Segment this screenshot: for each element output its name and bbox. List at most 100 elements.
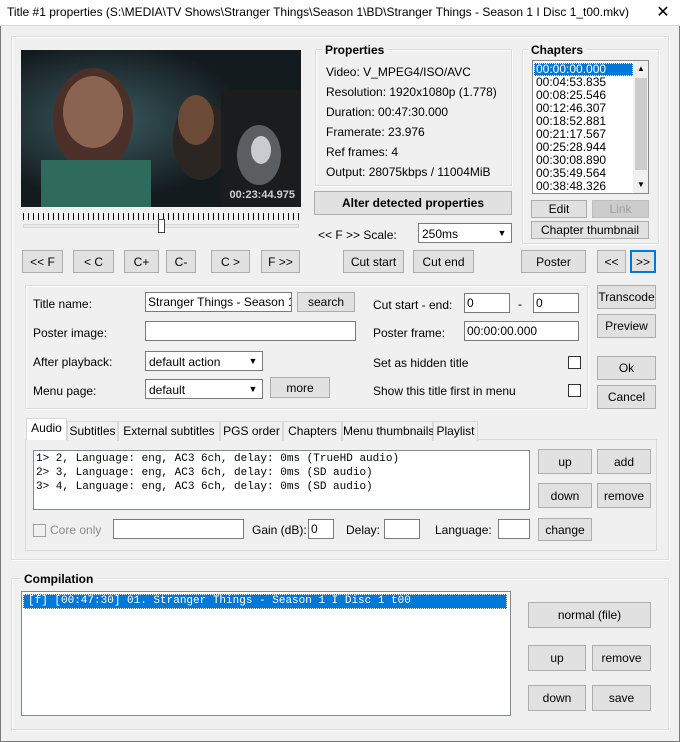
seek-slider[interactable]: [21, 211, 301, 233]
audio-remove-button[interactable]: remove: [597, 483, 651, 508]
close-icon[interactable]: ✕: [646, 0, 680, 26]
properties-header: Properties: [322, 43, 388, 57]
after-playback-select[interactable]: default action ▼: [145, 351, 263, 371]
tab-playlist[interactable]: Playlist: [433, 421, 478, 441]
prop-resolution: Resolution: 1920x1080p (1.778): [326, 85, 497, 99]
tab-chapters[interactable]: Chapters: [283, 421, 342, 441]
cut-start-input[interactable]: 0: [464, 293, 510, 313]
title-name-input[interactable]: Stranger Things - Season 1 I Disc 1: [145, 292, 292, 312]
audio-core-input[interactable]: [113, 519, 244, 539]
normal-file-button[interactable]: normal (file): [528, 602, 651, 628]
preview-button[interactable]: Preview: [597, 314, 656, 338]
title-name-label: Title name:: [33, 297, 92, 311]
after-playback-label: After playback:: [33, 355, 113, 369]
gain-input[interactable]: 0: [308, 519, 334, 539]
core-only-label: Core only: [50, 523, 102, 537]
delay-label: Delay:: [346, 523, 381, 537]
scroll-down-icon[interactable]: ▼: [633, 177, 648, 193]
chapter-item[interactable]: 00:38:48.326: [534, 180, 633, 193]
chapters-scrollbar[interactable]: ▲ ▼: [633, 61, 648, 193]
frame-forward-button[interactable]: F >>: [261, 250, 300, 273]
more-button[interactable]: more: [270, 377, 330, 398]
search-button[interactable]: search: [297, 292, 355, 312]
video-frame-image: [21, 50, 301, 207]
alter-detected-properties-button[interactable]: Alter detected properties: [314, 191, 512, 215]
frame-back-button[interactable]: << F: [22, 250, 63, 273]
prop-ref-frames: Ref frames: 4: [326, 145, 399, 159]
cut-dash: -: [518, 297, 522, 311]
seek-thumb[interactable]: [157, 219, 165, 233]
next-title-button[interactable]: >>: [630, 250, 656, 273]
delay-input[interactable]: [384, 519, 420, 539]
chapter-add-button[interactable]: C+: [124, 250, 159, 273]
cut-end-button[interactable]: Cut end: [413, 250, 474, 273]
poster-image-input[interactable]: [145, 321, 356, 341]
prop-output: Output: 28075kbps / 11004MiB: [326, 165, 491, 179]
after-playback-value: default action: [149, 355, 221, 369]
compilation-item[interactable]: [f] [00:47:30] 01. Stranger Things - Sea…: [23, 594, 507, 609]
poster-button[interactable]: Poster: [521, 250, 586, 273]
cut-start-end-label: Cut start - end:: [373, 298, 453, 312]
scale-label: << F >> Scale:: [318, 228, 397, 242]
poster-image-label: Poster image:: [33, 326, 108, 340]
chapter-edit-button[interactable]: Edit: [531, 200, 587, 218]
audio-change-button[interactable]: change: [538, 518, 592, 541]
prop-framerate: Framerate: 23.976: [326, 125, 425, 139]
poster-frame-label: Poster frame:: [373, 326, 446, 340]
tab-menu-thumbnails[interactable]: Menu thumbnails: [342, 421, 434, 441]
compilation-save-button[interactable]: save: [592, 685, 651, 711]
show-first-label: Show this title first in menu: [373, 384, 516, 398]
scale-value: 250ms: [422, 227, 459, 241]
audio-track-row[interactable]: 3> 4, Language: eng, AC3 6ch, delay: 0ms…: [36, 481, 373, 493]
scale-select[interactable]: 250ms ▼: [418, 223, 512, 243]
poster-frame-input[interactable]: 00:00:00.000: [464, 321, 579, 341]
cut-end-input[interactable]: 0: [533, 293, 579, 313]
chapters-items: 00:00:00.000 00:04:53.835 00:08:25.546 00:1…: [534, 63, 633, 193]
chapter-thumbnail-button[interactable]: Chapter thumbnail: [531, 221, 649, 239]
compilation-up-button[interactable]: up: [528, 645, 586, 671]
window-title: Title #1 properties (S:\MEDIA\TV Shows\S…: [7, 5, 630, 19]
chevron-down-icon: ▼: [248, 356, 258, 366]
audio-track-row[interactable]: 1> 2, Language: eng, AC3 6ch, delay: 0ms…: [36, 453, 399, 465]
menu-page-value: default: [149, 383, 186, 397]
show-first-checkbox[interactable]: [568, 384, 581, 397]
chapter-link-button[interactable]: Link: [592, 200, 649, 218]
scroll-thumb[interactable]: [635, 78, 647, 170]
compilation-remove-button[interactable]: remove: [592, 645, 651, 671]
cancel-button[interactable]: Cancel: [597, 385, 656, 409]
tab-subtitles[interactable]: Subtitles: [67, 421, 118, 441]
compilation-down-button[interactable]: down: [528, 685, 586, 711]
language-label: Language:: [435, 523, 492, 537]
transcode-button[interactable]: Transcode: [597, 285, 656, 309]
prop-video: Video: V_MPEG4/ISO/AVC: [326, 65, 471, 79]
chapter-remove-button[interactable]: C-: [166, 250, 196, 273]
compilation-header: Compilation: [21, 572, 97, 586]
chapters-list[interactable]: 00:00:00.000 00:04:53.835 00:08:25.546 00:1…: [532, 60, 649, 194]
chevron-down-icon: ▼: [497, 228, 507, 238]
audio-add-button[interactable]: add: [597, 449, 651, 474]
gain-label: Gain (dB):: [252, 523, 307, 537]
chapter-forward-button[interactable]: C >: [211, 250, 250, 273]
hidden-title-label: Set as hidden title: [373, 356, 469, 370]
audio-up-button[interactable]: up: [538, 449, 592, 474]
tab-external-subtitles[interactable]: External subtitles: [118, 421, 220, 441]
audio-down-button[interactable]: down: [538, 483, 592, 508]
hidden-title-checkbox[interactable]: [568, 356, 581, 369]
scroll-up-icon[interactable]: ▲: [633, 61, 648, 77]
core-only-checkbox[interactable]: [33, 524, 46, 537]
language-input[interactable]: [498, 519, 530, 539]
tab-audio[interactable]: Audio: [26, 418, 67, 440]
menu-page-select[interactable]: default ▼: [145, 379, 263, 399]
compilation-list[interactable]: [f] [00:47:30] 01. Stranger Things - Sea…: [21, 591, 511, 716]
chevron-down-icon: ▼: [248, 384, 258, 394]
cut-start-button[interactable]: Cut start: [343, 250, 404, 273]
prop-duration: Duration: 00:47:30.000: [326, 105, 449, 119]
audio-tracks-list[interactable]: 1> 2, Language: eng, AC3 6ch, delay: 0ms…: [33, 450, 530, 510]
tab-pgs-order[interactable]: PGS order: [220, 421, 283, 441]
chapters-header: Chapters: [528, 43, 587, 57]
chapter-back-button[interactable]: < C: [73, 250, 114, 273]
audio-track-row[interactable]: 2> 3, Language: eng, AC3 6ch, delay: 0ms…: [36, 467, 373, 479]
video-preview: 00:23:44.975: [21, 50, 301, 207]
ok-button[interactable]: Ok: [597, 356, 656, 380]
prev-title-button[interactable]: <<: [597, 250, 626, 273]
